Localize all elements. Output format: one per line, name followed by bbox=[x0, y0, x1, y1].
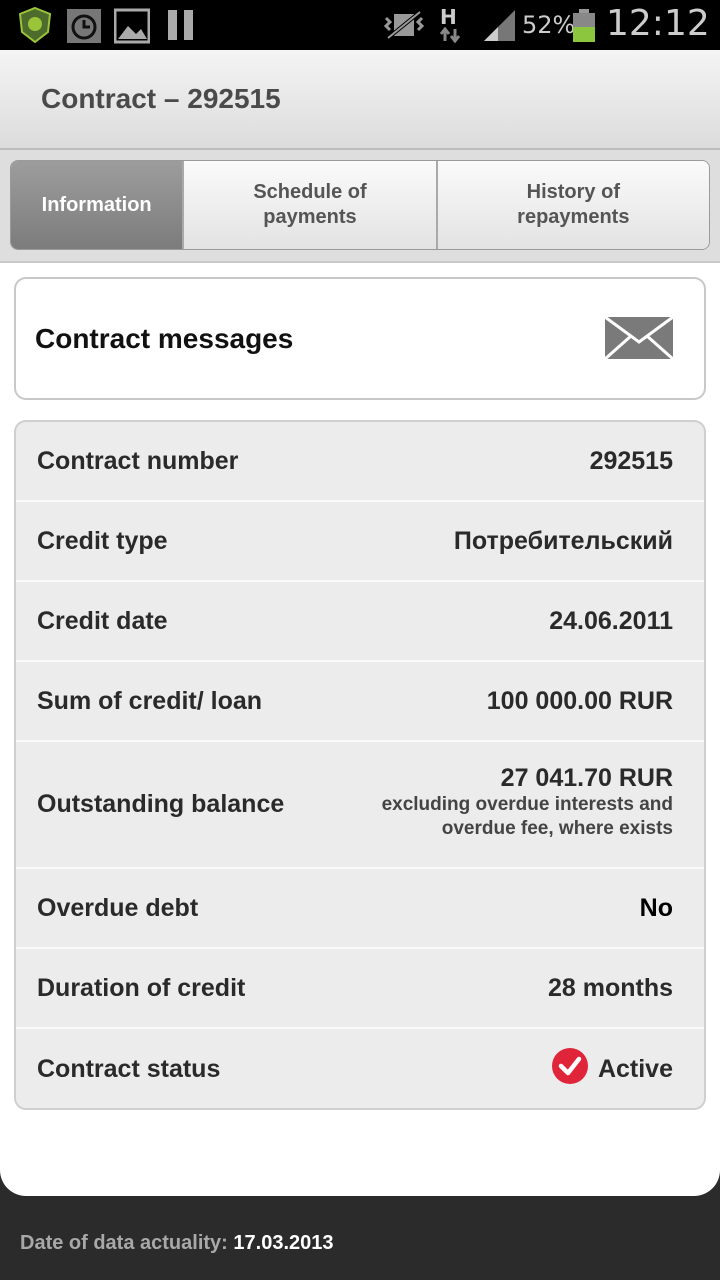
duration-label: Duration of credit bbox=[37, 973, 246, 1002]
data-actuality: Date of data actuality: 17.03.2013 bbox=[20, 1232, 334, 1255]
tab-bar: Information Schedule of payments History… bbox=[0, 150, 720, 263]
tab-schedule-of-payments[interactable]: Schedule of payments bbox=[182, 161, 436, 249]
pause-icon bbox=[168, 8, 194, 47]
title-bar: Contract – 292515 bbox=[0, 50, 720, 150]
credit-type-value: Потребительский bbox=[453, 526, 673, 555]
status-value: Active bbox=[597, 1054, 673, 1083]
balance-label: Outstanding balance bbox=[37, 790, 285, 818]
overdue-label: Overdue debt bbox=[37, 893, 199, 922]
clock: 12:12 bbox=[606, 3, 710, 44]
tabs-group: Information Schedule of payments History… bbox=[10, 160, 710, 250]
footer: Date of data actuality: 17.03.2013 bbox=[0, 1196, 720, 1280]
sum-value: 100 000.00 RUR bbox=[486, 686, 673, 715]
battery-icon bbox=[572, 9, 596, 48]
contract-number-value: 292515 bbox=[589, 446, 673, 475]
row-sum: Sum of credit/ loan 100 000.00 RUR bbox=[16, 662, 704, 742]
envelope-icon bbox=[604, 315, 674, 365]
tab-information[interactable]: Information bbox=[11, 161, 183, 249]
check-circle-icon bbox=[551, 1047, 588, 1091]
image-icon bbox=[113, 8, 151, 49]
balance-value-group: 27 041.70 RUR excluding overdue interest… bbox=[353, 764, 673, 841]
credit-date-value: 24.06.2011 bbox=[549, 606, 673, 635]
credit-date-label: Credit date bbox=[37, 606, 168, 635]
duration-value: 28 months bbox=[547, 973, 673, 1002]
status-label: Contract status bbox=[37, 1054, 221, 1083]
row-overdue-debt: Overdue debt No bbox=[16, 869, 704, 949]
credit-type-label: Credit type bbox=[37, 526, 168, 555]
battery-percent: 52% bbox=[522, 11, 576, 39]
overdue-value: No bbox=[639, 893, 673, 922]
status-bar: H 52% 12:12 bbox=[0, 0, 720, 50]
balance-note: excluding overdue interests and overdue … bbox=[381, 794, 673, 839]
data-arrows-icon bbox=[439, 26, 461, 48]
sum-label: Sum of credit/ loan bbox=[37, 686, 263, 715]
app-container: Contract – 292515 Information Schedule o… bbox=[0, 50, 720, 1196]
app-notification-icon bbox=[16, 6, 54, 49]
contract-info-table: Contract number 292515 Credit type Потре… bbox=[14, 420, 706, 1110]
row-contract-number: Contract number 292515 bbox=[16, 422, 704, 502]
status-value-group: Active bbox=[551, 1029, 673, 1108]
vibrate-icon bbox=[383, 10, 425, 45]
row-duration: Duration of credit 28 months bbox=[16, 949, 704, 1029]
contract-messages-button[interactable]: Contract messages bbox=[14, 277, 706, 400]
contract-messages-label: Contract messages bbox=[35, 323, 294, 354]
contract-number-label: Contract number bbox=[37, 446, 239, 475]
row-outstanding-balance: Outstanding balance 27 041.70 RUR exclud… bbox=[16, 742, 704, 869]
signal-icon bbox=[482, 8, 516, 47]
row-credit-type: Credit type Потребительский bbox=[16, 502, 704, 582]
data-actuality-date: 17.03.2013 bbox=[233, 1232, 334, 1254]
row-credit-date: Credit date 24.06.2011 bbox=[16, 582, 704, 662]
page-title: Contract – 292515 bbox=[41, 83, 281, 114]
tab-history-of-repayments[interactable]: History of repayments bbox=[435, 161, 709, 249]
row-contract-status: Contract status Active bbox=[16, 1029, 704, 1108]
data-actuality-label: Date of data actuality: bbox=[20, 1232, 228, 1254]
alarm-icon bbox=[66, 8, 102, 49]
network-type: H bbox=[440, 5, 457, 29]
balance-value: 27 041.70 RUR bbox=[500, 764, 673, 792]
